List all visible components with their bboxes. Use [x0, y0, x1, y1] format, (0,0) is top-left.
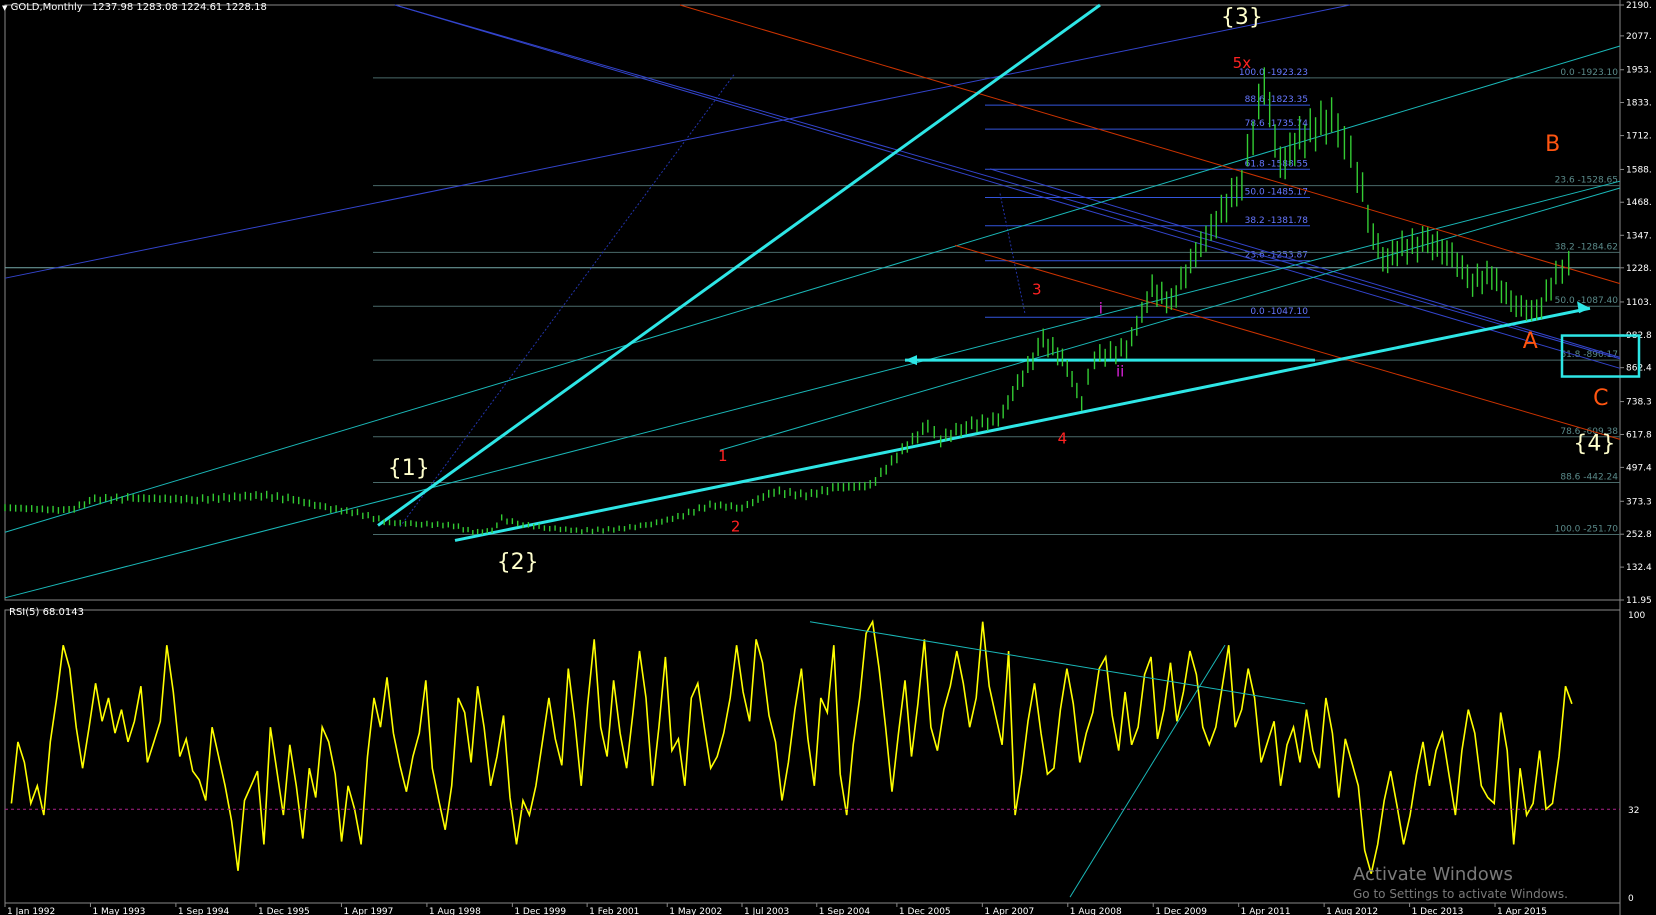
- wave-label: C: [1593, 386, 1608, 411]
- time-tick-label: 1 Dec 1999: [514, 907, 566, 915]
- time-tick-label: 1 Dec 2005: [899, 907, 951, 915]
- price-panel-frame: [4, 4, 1621, 601]
- wave-label: B: [1545, 132, 1560, 157]
- fib-level-label: 61.8 -890.17: [1560, 350, 1618, 360]
- price-tick-label: 11.95: [1626, 596, 1652, 606]
- price-series: [4, 67, 1570, 536]
- price-tick-label: 1347.: [1626, 231, 1652, 241]
- time-tick-label: 1 May 2002: [669, 907, 722, 915]
- time-tick-label: 1 Aug 2012: [1326, 907, 1378, 915]
- wave-label: 2: [731, 518, 741, 536]
- time-tick-label: 1 Sep 1994: [178, 907, 230, 915]
- ohlc-values: 1237.98 1283.08 1224.61 1228.18: [91, 2, 267, 13]
- time-tick-label: 1 Jul 2003: [744, 907, 789, 915]
- time-tick-label: 1 May 1993: [92, 907, 145, 915]
- fib-level-label: 100.0 -251.70: [1555, 525, 1619, 535]
- fib-level-label: 38.2 -1284.62: [1555, 242, 1618, 252]
- chart-menu-icon[interactable]: ▼: [2, 4, 7, 12]
- fib-level-label: 0.0 -1923.10: [1560, 68, 1618, 78]
- fib-level-label: 50.0 -1485.17: [1245, 188, 1308, 198]
- wave-label: A: [1523, 329, 1538, 354]
- wave-label: ii: [1116, 363, 1124, 381]
- chart-header: ▼ GOLD,Monthly 1237.98 1283.08 1224.61 1…: [2, 2, 267, 13]
- rsi-line: [10, 619, 1573, 874]
- rsi-panel-frame: [4, 609, 1621, 904]
- fib-level-label: 50.0 -1087.40: [1555, 296, 1619, 306]
- symbol-title: GOLD,Monthly: [10, 2, 83, 13]
- price-tick-label: 1833.: [1626, 99, 1652, 109]
- price-tick-label: 1712.: [1626, 132, 1652, 142]
- dashed-projection-line: [999, 193, 1026, 314]
- price-tick-label: 2190.: [1626, 1, 1652, 11]
- price-tick-label: 373.3: [1626, 497, 1652, 507]
- price-tick-label: 1588.: [1626, 165, 1652, 175]
- dashed-projection-line: [399, 72, 736, 528]
- rsi-header: RSI(5) 68.0143: [9, 607, 84, 618]
- fib-level-label: 0.0 -1047.10: [1250, 307, 1308, 317]
- channel-line: [394, 4, 1621, 360]
- channel-line: [4, 4, 1351, 279]
- rsi-tick-label: 0: [1628, 894, 1634, 904]
- wave-label: 4: [1058, 429, 1068, 447]
- time-tick-label: 1 Apr 2011: [1241, 907, 1291, 915]
- price-tick-label: 132.4: [1626, 563, 1652, 573]
- price-tick-label: 1953.: [1626, 66, 1652, 76]
- time-tick-label: 1 Apr 2015: [1497, 907, 1547, 915]
- rsi-trend-line: [1069, 644, 1226, 898]
- wave-label: {4}: [1573, 431, 1615, 456]
- time-tick-label: 1 Apr 1997: [343, 907, 393, 915]
- price-tick-label: 2077.: [1626, 32, 1652, 42]
- trend-line-bold: [454, 306, 1591, 542]
- time-tick-label: 1 Apr 2007: [984, 907, 1034, 915]
- time-tick-label: 1 Dec 2009: [1155, 907, 1207, 915]
- wave-label: {2}: [497, 550, 539, 575]
- price-tick-label: 497.4: [1626, 463, 1652, 473]
- time-tick-label: 1 Sep 2004: [819, 907, 871, 915]
- wave-label: 5x: [1233, 54, 1252, 72]
- price-tick-label: 1468.: [1626, 198, 1652, 208]
- fib-level-label: 61.8 -1588.55: [1245, 159, 1308, 169]
- wave-label: {3}: [1221, 5, 1263, 30]
- channel-line: [679, 4, 1621, 285]
- fib-level-label: 78.6 -1735.74: [1245, 119, 1309, 129]
- price-tick-label: 1103.: [1626, 298, 1652, 308]
- trading-chart[interactable]: 2190. 2077. 1953. 1833. 1712. 1588. 1468. 1347.…: [0, 0, 1656, 915]
- wave-label: 3: [1032, 281, 1042, 299]
- rsi-tick-label: 100: [1628, 611, 1645, 621]
- trend-line-bold: [377, 3, 1101, 527]
- fib-level-label: 88.6 -1823.35: [1245, 95, 1308, 105]
- channel-line: [719, 187, 1621, 451]
- fib-level-label: 38.2 -1381.78: [1245, 216, 1309, 226]
- fib-level-label: 88.6 -442.24: [1560, 472, 1618, 482]
- price-tick-label: 252.8: [1626, 530, 1652, 540]
- activation-title: Activate Windows: [1353, 864, 1513, 885]
- price-tick-label: 617.8: [1626, 430, 1652, 440]
- price-tick-label: 738.3: [1626, 398, 1652, 408]
- wave-label: {1}: [388, 456, 430, 481]
- time-tick-label: 1 Jan 1992: [7, 907, 55, 915]
- time-tick-label: 1 Dec 2013: [1412, 907, 1464, 915]
- wave-label: 1: [718, 447, 728, 465]
- time-tick-label: 1 Aug 1998: [429, 907, 481, 915]
- rsi-tick-label: 32: [1628, 806, 1639, 816]
- activation-subtitle: Go to Settings to activate Windows.: [1353, 887, 1568, 901]
- time-tick-label: 1 Aug 2008: [1070, 907, 1122, 915]
- time-tick-label: 1 Dec 1995: [258, 907, 310, 915]
- price-tick-label: 1228.: [1626, 264, 1652, 274]
- time-tick-label: 1 Feb 2001: [589, 907, 639, 915]
- channel-line: [394, 4, 1621, 369]
- channel-line: [954, 244, 1621, 440]
- wave-label: i: [1099, 300, 1103, 318]
